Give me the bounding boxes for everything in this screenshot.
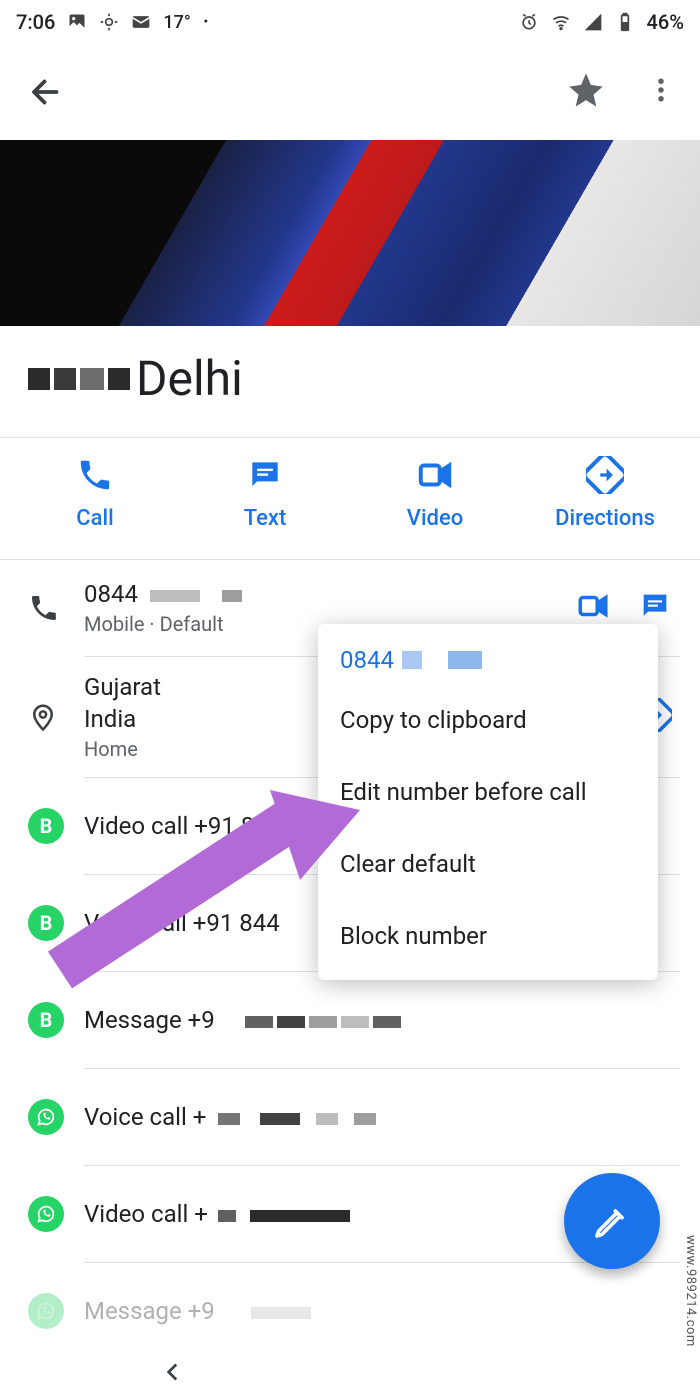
back-button[interactable] (28, 74, 64, 110)
redacted-block (28, 368, 50, 390)
redacted-block (80, 368, 104, 390)
status-time: 7:06 (16, 10, 55, 34)
video-label: Video (407, 506, 463, 531)
whatsapp-message-label: Message +9 (84, 1297, 215, 1325)
directions-action[interactable]: Directions (520, 456, 690, 531)
directions-label: Directions (555, 506, 655, 531)
video-action[interactable]: Video (350, 456, 520, 531)
edit-fab[interactable] (564, 1173, 660, 1269)
nav-back-icon[interactable] (160, 1359, 186, 1389)
whatsapp-icon (28, 1099, 64, 1135)
android-navbar (0, 1349, 700, 1399)
video-call-icon[interactable] (576, 589, 610, 627)
menu-block[interactable]: Block number (318, 900, 658, 972)
wa-message-label: Message +9 (84, 1006, 215, 1034)
redacted (218, 1113, 376, 1125)
contact-cover-photo (0, 140, 700, 326)
whatsapp-icon (28, 1196, 64, 1232)
wa-message-row[interactable]: B Message +9 (0, 972, 700, 1068)
status-battery: 46% (647, 10, 684, 34)
context-menu-header: 0844 (318, 640, 658, 684)
phone-icon (28, 592, 84, 624)
battery-icon (615, 12, 635, 32)
watermark: www.989214.com (683, 1235, 698, 1347)
menu-copy[interactable]: Copy to clipboard (318, 684, 658, 756)
contact-name: Delhi (136, 350, 243, 407)
status-dot: · (203, 10, 209, 35)
alarm-icon (519, 12, 539, 32)
whatsapp-voice-row[interactable]: Voice call + (0, 1069, 700, 1165)
redacted (251, 1307, 311, 1319)
redacted-block (54, 368, 76, 390)
photo-icon (67, 12, 87, 32)
whatsapp-video-label: Video call + (84, 1200, 208, 1228)
signal-icon (583, 12, 603, 32)
whatsapp-business-icon: B (28, 1002, 64, 1038)
redacted-block (108, 368, 130, 390)
wifi-icon (551, 12, 571, 32)
text-action[interactable]: Text (180, 456, 350, 531)
redacted (218, 1210, 350, 1222)
text-label: Text (244, 506, 287, 531)
overflow-icon[interactable] (646, 75, 676, 109)
redacted (150, 590, 242, 602)
whatsapp-message-row[interactable]: Message +9 (0, 1263, 700, 1359)
app-bar (0, 44, 700, 140)
status-temp: 17° (163, 12, 190, 33)
menu-clear[interactable]: Clear default (318, 828, 658, 900)
star-icon[interactable] (566, 70, 606, 114)
location-icon (99, 12, 119, 32)
call-action[interactable]: Call (10, 456, 180, 531)
pin-icon (28, 702, 84, 732)
contact-name-row: Delhi (0, 326, 700, 437)
quick-actions: Call Text Video Directions (0, 438, 700, 559)
whatsapp-business-icon: B (28, 808, 64, 844)
mail-icon (131, 12, 151, 32)
whatsapp-business-icon: B (28, 905, 64, 941)
whatsapp-icon (28, 1293, 64, 1329)
message-icon[interactable] (638, 589, 672, 627)
context-menu: 0844 Copy to clipboard Edit number befor… (318, 624, 658, 980)
phone-number: 0844 (84, 580, 138, 608)
call-label: Call (76, 506, 113, 531)
menu-edit[interactable]: Edit number before call (318, 756, 658, 828)
android-statusbar: 7:06 17° · 46% (0, 0, 700, 44)
redacted (245, 1016, 401, 1028)
whatsapp-voice-label: Voice call + (84, 1103, 206, 1131)
